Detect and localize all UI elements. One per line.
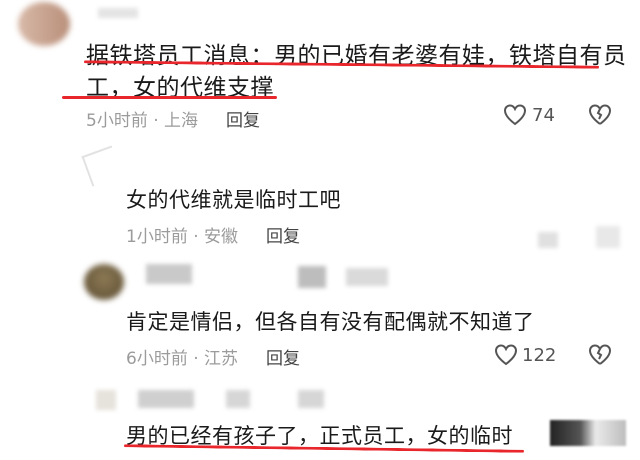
- comment-time-location: 5小时前 · 上海: [86, 111, 199, 131]
- blurred-image-overlay: [550, 420, 626, 446]
- like-count: 74: [532, 105, 555, 126]
- reply-button[interactable]: 回复: [266, 227, 300, 247]
- avatar[interactable]: [81, 145, 123, 187]
- username-blurred[interactable]: [138, 390, 194, 408]
- broken-heart-icon[interactable]: [588, 344, 612, 366]
- broken-heart-icon[interactable]: [588, 104, 612, 126]
- comment-meta: 1小时前 · 安徽 回复: [126, 222, 300, 247]
- heart-outline-icon[interactable]: [494, 344, 518, 366]
- avatar[interactable]: [84, 264, 124, 300]
- username-blurred[interactable]: [146, 264, 192, 284]
- reply-button[interactable]: 回复: [226, 111, 260, 131]
- comment-time-location: 1小时前 · 安徽: [126, 227, 239, 247]
- blurred-icon: [538, 232, 558, 248]
- username-blurred[interactable]: [98, 8, 138, 18]
- like-count: 122: [522, 345, 557, 366]
- reply-button[interactable]: 回复: [266, 349, 300, 369]
- highlight-underline: [62, 96, 277, 99]
- username-blurred[interactable]: [298, 266, 326, 288]
- username-blurred[interactable]: [298, 390, 324, 408]
- comment-time-location: 6小时前 · 江苏: [126, 349, 239, 369]
- comment-text: 女的代维就是临时工吧: [126, 188, 341, 212]
- comment-text: 肯定是情侣，但各自有没有配偶就不知道了: [126, 310, 535, 334]
- username-blurred[interactable]: [226, 390, 250, 408]
- avatar[interactable]: [18, 2, 70, 46]
- heart-outline-icon[interactable]: [503, 104, 527, 126]
- username-blurred[interactable]: [346, 268, 388, 286]
- avatar[interactable]: [96, 390, 116, 410]
- comment-meta: 6小时前 · 江苏 回复: [126, 344, 300, 369]
- blurred-icon: [596, 226, 620, 248]
- comment-meta: 5小时前 · 上海 回复: [86, 106, 260, 131]
